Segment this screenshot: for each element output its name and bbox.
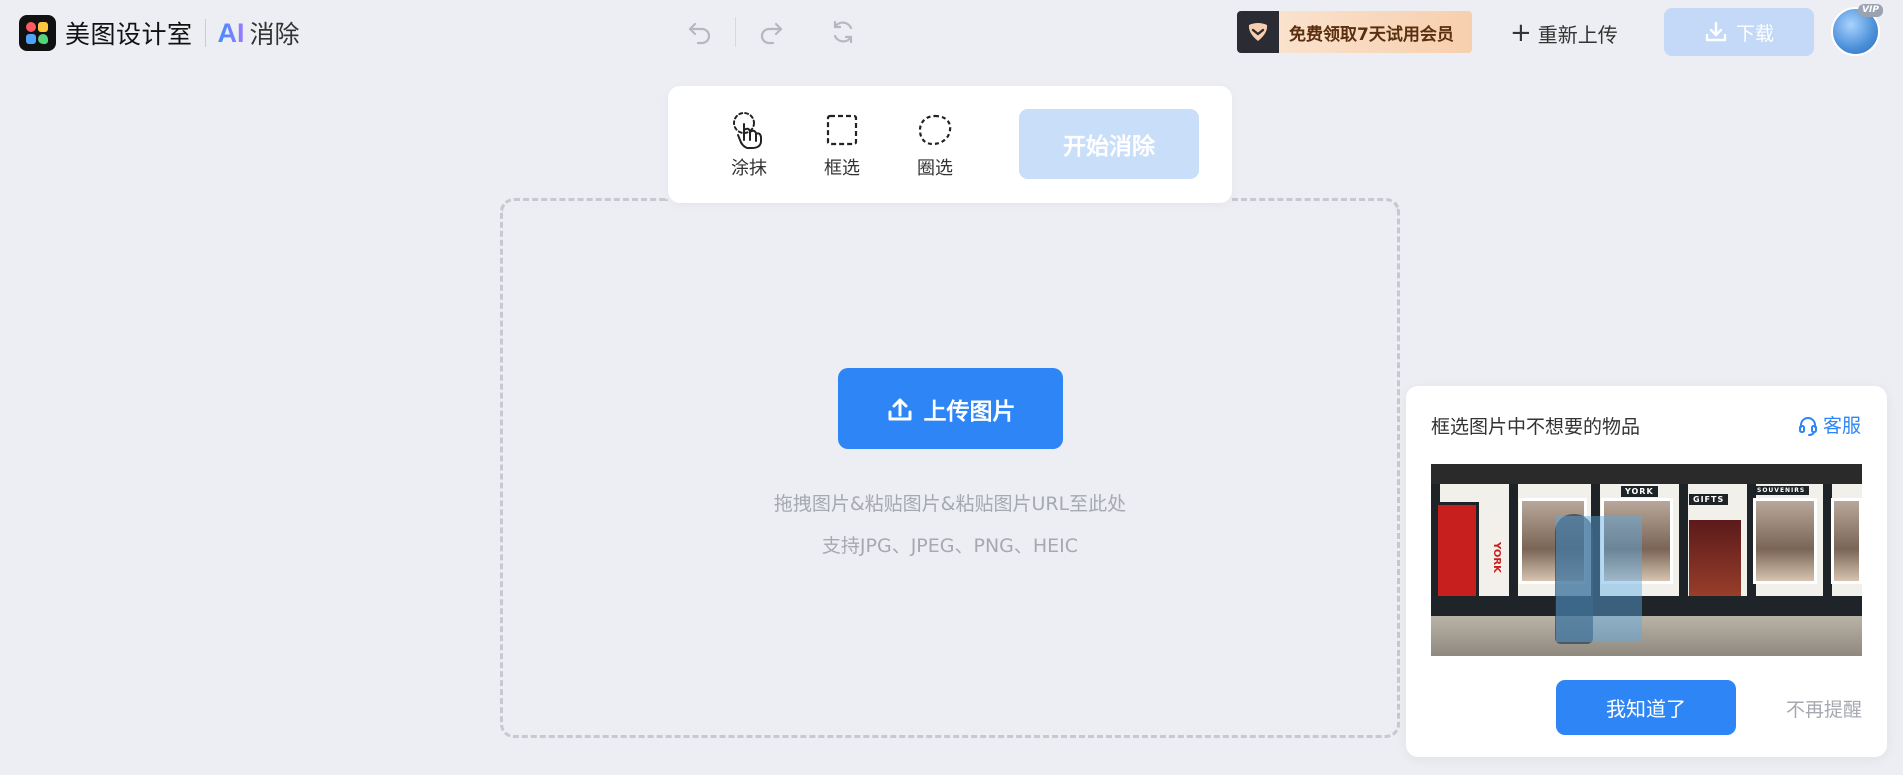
guide-card: 框选图片中不想要的物品 客服 YORK YORK GIFTS SOUVENIRS… <box>1406 386 1887 757</box>
dont-remind-button[interactable]: 不再提醒 <box>1786 695 1862 722</box>
supported-formats: 支持JPG、JPEG、PNG、HEIC <box>821 535 1079 557</box>
tool-rect-select-label: 框选 <box>824 158 860 179</box>
tool-palette: 涂抹 框选 圈选 开始消除 <box>668 86 1232 203</box>
guide-title: 框选图片中不想要的物品 <box>1431 416 1641 438</box>
tool-lasso-select[interactable]: 圈选 <box>905 110 965 180</box>
download-button[interactable]: 下载 <box>1664 8 1814 56</box>
selection-mask <box>1556 516 1642 642</box>
tool-rect-select[interactable]: 框选 <box>812 110 872 180</box>
brand-divider <box>204 19 206 47</box>
reupload-label: 重新上传 <box>1537 22 1618 47</box>
vip-heart-icon <box>1237 11 1279 53</box>
dropzone-border-left <box>500 198 668 212</box>
download-icon <box>1705 21 1727 42</box>
lasso-select-icon <box>918 114 952 146</box>
top-bar: 美图设计室 AI 消除 免费领取7天试用会员 + 重新上传 下载 VIP <box>0 0 1903 64</box>
smear-hand-icon <box>733 112 762 149</box>
download-label: 下载 <box>1735 22 1774 45</box>
tool-smear[interactable]: 涂抹 <box>719 110 779 180</box>
undo-icon <box>688 22 711 45</box>
vip-trial-banner[interactable]: 免费领取7天试用会员 <box>1237 11 1472 53</box>
brand[interactable]: 美图设计室 AI 消除 <box>19 15 300 51</box>
guide-example-image: YORK YORK GIFTS SOUVENIRS <box>1431 464 1862 656</box>
headset-icon <box>1798 416 1817 436</box>
product-name: 消除 <box>249 20 300 49</box>
refresh-icon <box>833 20 853 44</box>
dropzone-border-right <box>1232 198 1400 212</box>
reset-button[interactable] <box>823 12 863 52</box>
upload-hint: 拖拽图片&粘贴图片&粘贴图片URL至此处 <box>773 493 1127 515</box>
plus-icon: + <box>1510 18 1532 48</box>
history-divider <box>735 17 736 47</box>
got-it-button[interactable]: 我知道了 <box>1556 680 1736 735</box>
redo-icon <box>760 22 783 45</box>
reupload-button[interactable]: + 重新上传 <box>1510 13 1618 53</box>
customer-service-label: 客服 <box>1822 415 1861 437</box>
vip-trial-text: 免费领取7天试用会员 <box>1289 24 1454 45</box>
upload-image-label: 上传图片 <box>923 398 1016 425</box>
app-logo-icon <box>19 15 56 51</box>
image-sign-york: YORK <box>1621 486 1658 497</box>
upload-dropzone[interactable] <box>500 198 1400 738</box>
image-sign-souvenirs: SOUVENIRS <box>1753 486 1810 495</box>
redo-button[interactable] <box>751 12 791 52</box>
customer-service-link[interactable]: 客服 <box>1797 411 1861 438</box>
tool-smear-label: 涂抹 <box>731 158 767 179</box>
undo-button[interactable] <box>680 12 720 52</box>
ai-label: AI <box>217 17 245 48</box>
upload-icon <box>888 398 911 420</box>
image-sign-york-vertical: YORK <box>1488 522 1502 592</box>
start-erase-button[interactable]: 开始消除 <box>1019 109 1199 179</box>
upload-image-button[interactable]: 上传图片 <box>838 368 1063 449</box>
tool-lasso-select-label: 圈选 <box>917 158 953 179</box>
rect-select-icon <box>826 114 858 146</box>
history-controls <box>680 12 863 52</box>
image-sign-gifts: GIFTS <box>1689 494 1729 505</box>
app-name: 美图设计室 <box>65 20 193 49</box>
vip-badge: VIP <box>1858 4 1883 17</box>
